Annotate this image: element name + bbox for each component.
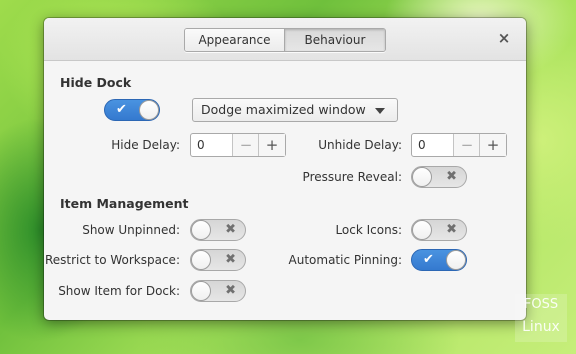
titlebar: Appearance Behaviour × (44, 18, 526, 61)
cross-icon: ✖ (446, 169, 457, 184)
lock-icons-switch[interactable]: ✖ (411, 219, 467, 241)
switch-knob (412, 220, 432, 240)
hide-mode-value: Dodge maximized window (201, 102, 366, 117)
show-unpinned-label: Show Unpinned: (82, 223, 180, 237)
switch-knob (446, 250, 466, 270)
lock-icons-label: Lock Icons: (335, 223, 402, 237)
hide-mode-dropdown[interactable]: Dodge maximized window (192, 98, 398, 122)
increment-button[interactable]: + (479, 134, 506, 156)
switch-knob (191, 250, 211, 270)
increment-button[interactable]: + (258, 134, 285, 156)
unhide-delay-value[interactable]: 0 (418, 134, 426, 156)
unhide-delay-spinner[interactable]: 0 − + (411, 133, 507, 157)
hide-delay-spinner[interactable]: 0 − + (190, 133, 286, 157)
tab-appearance[interactable]: Appearance (185, 29, 284, 51)
restrict-workspace-label: Restrict to Workspace: (44, 253, 180, 267)
cross-icon: ✖ (446, 222, 457, 237)
decrement-button[interactable]: − (232, 134, 259, 156)
switch-knob (191, 281, 211, 301)
tab-switcher: Appearance Behaviour (184, 28, 386, 52)
hide-delay-label: Hide Delay: (111, 138, 180, 152)
item-management-heading: Item Management (60, 196, 189, 211)
cross-icon: ✖ (225, 283, 236, 298)
unhide-delay-label: Unhide Delay: (318, 138, 402, 152)
switch-knob (139, 100, 159, 120)
watermark-line-1: FOSS (523, 297, 559, 312)
show-unpinned-switch[interactable]: ✖ (190, 219, 246, 241)
tab-behaviour[interactable]: Behaviour (284, 29, 385, 51)
dock-settings-window: Appearance Behaviour × Hide Dock ✔ Dodge… (44, 18, 526, 320)
automatic-pinning-label: Automatic Pinning: (288, 253, 402, 267)
chevron-down-icon (375, 108, 385, 114)
restrict-workspace-switch[interactable]: ✖ (190, 249, 246, 271)
cross-icon: ✖ (225, 222, 236, 237)
switch-knob (191, 220, 211, 240)
fosslinux-watermark: FOSS Linux (515, 294, 567, 342)
watermark-line-2: Linux (522, 319, 560, 335)
check-icon: ✔ (423, 252, 434, 267)
switch-knob (412, 167, 432, 187)
check-icon: ✔ (116, 102, 127, 117)
hide-delay-value[interactable]: 0 (197, 134, 205, 156)
cross-icon: ✖ (225, 252, 236, 267)
pressure-reveal-label: Pressure Reveal: (302, 170, 402, 184)
automatic-pinning-switch[interactable]: ✔ (411, 249, 467, 271)
pressure-reveal-switch[interactable]: ✖ (411, 166, 467, 188)
decrement-button[interactable]: − (453, 134, 480, 156)
close-icon[interactable]: × (496, 30, 512, 46)
show-item-for-dock-label: Show Item for Dock: (58, 284, 180, 298)
show-item-for-dock-switch[interactable]: ✖ (190, 280, 246, 302)
hide-dock-heading: Hide Dock (60, 75, 132, 90)
hide-dock-switch[interactable]: ✔ (104, 99, 160, 121)
